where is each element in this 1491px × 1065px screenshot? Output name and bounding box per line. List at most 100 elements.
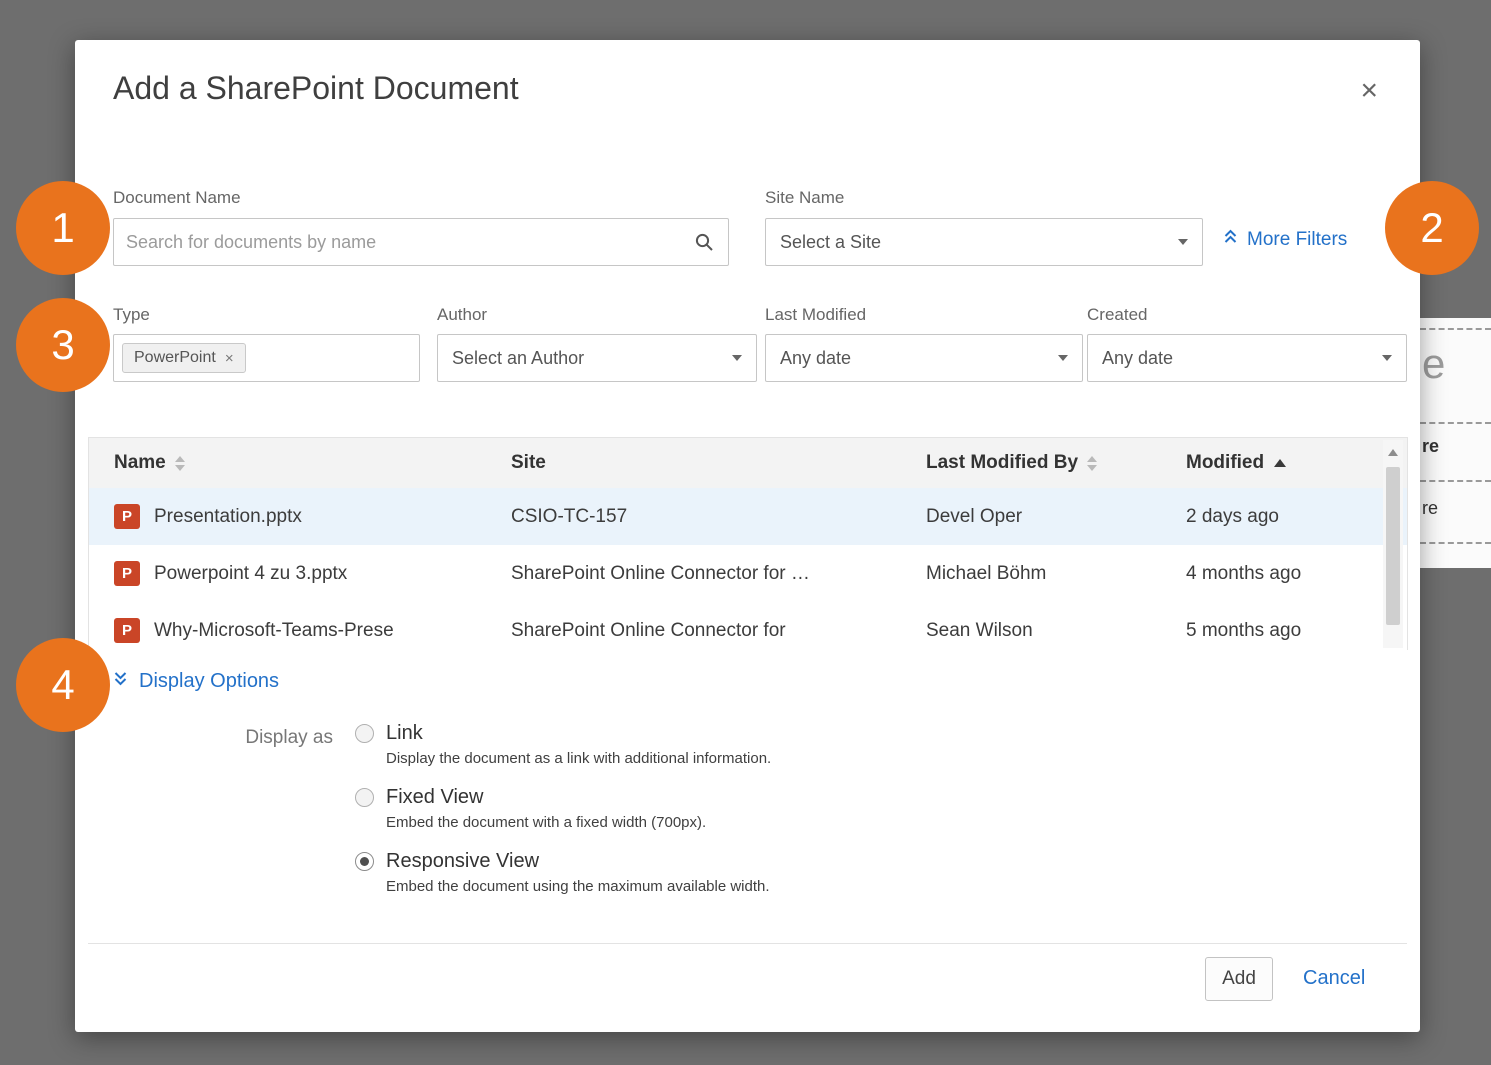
table-header: Name Site Last Modified By Modified [89,438,1407,489]
close-button[interactable]: × [1360,76,1378,106]
dashed-line [1420,542,1491,544]
document-name-text: Presentation.pptx [154,506,302,528]
radio-description: Embed the document using the maximum ava… [386,878,771,895]
document-name-cell: P Presentation.pptx [114,488,302,545]
dashed-line [1420,422,1491,424]
document-name-cell: P Why-Microsoft-Teams-Prese [114,602,394,650]
sort-icon [1087,456,1097,471]
site-name-select[interactable]: Select a Site [765,218,1203,266]
type-tag-powerpoint: PowerPoint × [122,343,246,373]
background-text-fragment: re [1422,436,1439,457]
background-page-fragment: e re re [1420,318,1491,568]
callout-1: 1 [16,181,110,275]
dashed-line [1420,328,1491,330]
column-header-last-modified-by[interactable]: Last Modified By [926,438,1097,488]
display-as-label: Display as [215,727,333,749]
last-modified-label: Last Modified [765,305,866,325]
scroll-up-arrow-icon[interactable] [1388,449,1398,456]
column-header-label: Last Modified By [926,452,1078,474]
created-label: Created [1087,305,1147,325]
display-options-toggle[interactable]: Display Options [113,670,279,693]
chevron-down-icon [1058,355,1068,361]
sort-icon [175,456,185,471]
double-chevron-down-icon [113,670,128,693]
remove-tag-icon[interactable]: × [225,350,234,367]
radio-responsive-view[interactable] [355,852,374,871]
radio-description: Display the document as a link with addi… [386,750,771,767]
type-filter-field[interactable]: PowerPoint × [113,334,420,382]
screen: e re re Add a SharePoint Document × Docu… [0,0,1491,1065]
author-select[interactable]: Select an Author [437,334,757,382]
radio-link[interactable] [355,724,374,743]
chevron-down-icon [732,355,742,361]
display-option-responsive-view: Responsive View Embed the document using… [355,850,771,895]
modified-cell: 2 days ago [1186,488,1279,545]
column-header-label: Site [511,452,546,474]
column-header-site: Site [511,438,546,488]
callout-2: 2 [1385,181,1479,275]
document-name-search-field [113,218,729,266]
radio-label: Link [386,722,423,745]
table-scrollbar[interactable] [1383,440,1403,648]
last-modified-by-cell: Sean Wilson [926,602,1033,650]
document-search-input[interactable] [114,232,694,253]
site-name-label: Site Name [765,188,844,208]
last-modified-by-cell: Michael Böhm [926,545,1046,602]
site-cell: SharePoint Online Connector for … [511,545,810,602]
dialog-title: Add a SharePoint Document [113,70,519,107]
display-as-options: Link Display the document as a link with… [355,722,771,914]
footer-divider [88,943,1407,944]
radio-fixed-view[interactable] [355,788,374,807]
scrollbar-thumb[interactable] [1386,467,1400,625]
background-text-fragment: re [1422,498,1438,519]
documents-table: Name Site Last Modified By Modified P [88,437,1408,650]
radio-description: Embed the document with a fixed width (7… [386,814,771,831]
document-name-text: Why-Microsoft-Teams-Prese [154,620,394,642]
cancel-link[interactable]: Cancel [1303,967,1365,990]
display-option-fixed-view: Fixed View Embed the document with a fix… [355,786,771,831]
sort-ascending-icon [1274,459,1286,467]
more-filters-label: More Filters [1247,229,1347,251]
powerpoint-icon: P [114,561,140,586]
display-option-link: Link Display the document as a link with… [355,722,771,767]
modified-cell: 4 months ago [1186,545,1301,602]
column-header-label: Name [114,452,166,474]
site-name-value: Select a Site [780,232,881,253]
column-header-modified[interactable]: Modified [1186,438,1286,488]
background-text-fragment: e [1422,340,1445,388]
radio-label: Fixed View [386,786,483,809]
type-label: Type [113,305,150,325]
display-options-label: Display Options [139,670,279,693]
search-icon [694,232,714,252]
last-modified-by-cell: Devel Oper [926,488,1022,545]
callout-4: 4 [16,638,110,732]
last-modified-value: Any date [780,348,851,369]
last-modified-select[interactable]: Any date [765,334,1083,382]
table-row[interactable]: P Why-Microsoft-Teams-Prese SharePoint O… [89,602,1407,650]
column-header-label: Modified [1186,452,1264,474]
add-sharepoint-document-dialog: Add a SharePoint Document × Document Nam… [75,40,1420,1032]
add-button[interactable]: Add [1205,957,1273,1001]
site-cell: CSIO-TC-157 [511,488,627,545]
created-value: Any date [1102,348,1173,369]
more-filters-link[interactable]: More Filters [1223,228,1347,251]
author-value: Select an Author [452,348,584,369]
document-name-label: Document Name [113,188,241,208]
site-cell: SharePoint Online Connector for [511,602,786,650]
type-tag-label: PowerPoint [134,349,216,367]
table-row[interactable]: P Presentation.pptx CSIO-TC-157 Devel Op… [89,488,1407,546]
document-name-text: Powerpoint 4 zu 3.pptx [154,563,347,585]
double-chevron-up-icon [1223,228,1238,251]
table-row[interactable]: P Powerpoint 4 zu 3.pptx SharePoint Onli… [89,545,1407,603]
powerpoint-icon: P [114,618,140,643]
author-label: Author [437,305,487,325]
modified-cell: 5 months ago [1186,602,1301,650]
document-name-cell: P Powerpoint 4 zu 3.pptx [114,545,347,602]
powerpoint-icon: P [114,504,140,529]
radio-label: Responsive View [386,850,539,873]
created-select[interactable]: Any date [1087,334,1407,382]
dashed-line [1420,480,1491,482]
column-header-name[interactable]: Name [114,438,185,488]
chevron-down-icon [1178,239,1188,245]
chevron-down-icon [1382,355,1392,361]
